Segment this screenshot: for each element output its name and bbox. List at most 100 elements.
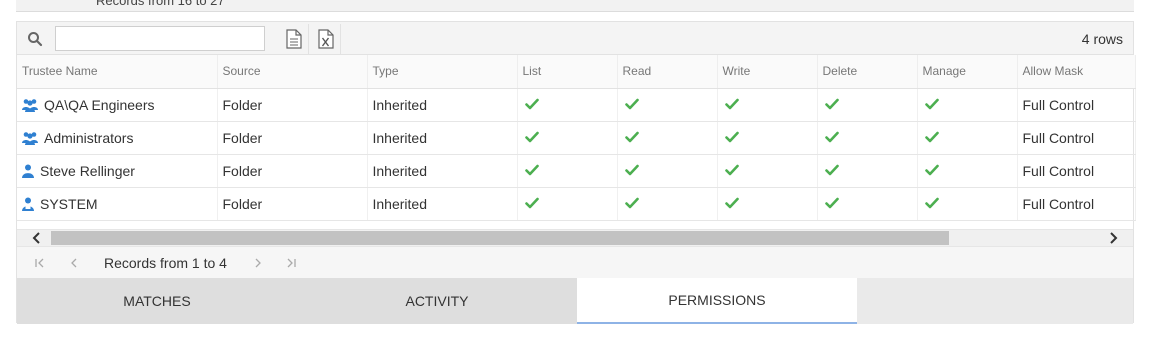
cell-trustee-name: QA\QA Engineers xyxy=(17,88,218,122)
column-header-source[interactable]: Source xyxy=(217,55,368,89)
cell-list xyxy=(517,154,618,188)
tab-activity[interactable]: ACTIVITY xyxy=(297,278,577,324)
column-header-manage[interactable]: Manage xyxy=(917,55,1018,89)
scroll-left-button[interactable] xyxy=(25,230,47,246)
grid-toolbar: 4 rows xyxy=(17,22,1133,55)
cell-source: Folder xyxy=(217,187,368,221)
cell-list xyxy=(517,121,618,155)
cell-write xyxy=(717,88,818,122)
cell-manage xyxy=(917,187,1018,221)
search-icon xyxy=(28,32,43,47)
export-document-button[interactable] xyxy=(279,24,309,54)
export-excel-button[interactable] xyxy=(311,24,341,54)
search-input[interactable] xyxy=(55,26,265,51)
previous-page-button[interactable] xyxy=(65,255,83,271)
cell-write xyxy=(717,121,818,155)
cell-manage xyxy=(917,88,1018,122)
cell-source: Folder xyxy=(217,88,368,122)
scrollbar-thumb[interactable] xyxy=(51,231,949,245)
tab-bar: MATCHES ACTIVITY PERMISSIONS xyxy=(17,278,1133,324)
checkmark-icon xyxy=(623,164,639,176)
checkmark-icon xyxy=(723,197,739,209)
checkmark-icon xyxy=(523,131,539,143)
cell-type: Inherited xyxy=(367,154,518,188)
trustee-name-text: SYSTEM xyxy=(40,195,98,212)
cell-write xyxy=(717,187,818,221)
cell-allow-mask: Full Control xyxy=(1017,187,1136,221)
first-page-icon xyxy=(35,258,44,268)
tab-matches[interactable]: MATCHES xyxy=(17,278,297,324)
table-row[interactable]: Administrators Folder Inherited Full Contro… xyxy=(17,121,1136,155)
checkmark-icon xyxy=(923,197,939,209)
cell-type: Inherited xyxy=(367,121,518,155)
cell-manage xyxy=(917,121,1018,155)
cell-source: Folder xyxy=(217,154,368,188)
cell-delete xyxy=(817,88,918,122)
cell-trustee-name: Administrators xyxy=(17,121,218,155)
cell-delete xyxy=(817,187,918,221)
column-header-list[interactable]: List xyxy=(517,55,618,89)
chevron-left-icon xyxy=(71,258,77,268)
trustee-name-text: Steve Rellinger xyxy=(40,162,135,179)
chevron-right-icon xyxy=(1110,232,1118,244)
tab-permissions[interactable]: PERMISSIONS xyxy=(577,278,857,324)
checkmark-icon xyxy=(923,131,939,143)
last-page-button[interactable] xyxy=(282,255,300,271)
excel-icon xyxy=(317,29,334,49)
group-icon xyxy=(22,98,38,112)
checkmark-icon xyxy=(823,164,839,176)
permissions-panel: 4 rows Trustee Name Source Type List Rea… xyxy=(16,21,1136,324)
cell-delete xyxy=(817,154,918,188)
row-count: 4 rows xyxy=(1081,31,1123,47)
checkmark-icon xyxy=(623,131,639,143)
column-header-read[interactable]: Read xyxy=(617,55,718,89)
cell-manage xyxy=(917,154,1018,188)
table-header-row: Trustee Name Source Type List Read Write… xyxy=(17,55,1136,89)
column-header-delete[interactable]: Delete xyxy=(817,55,918,89)
cell-read xyxy=(617,154,718,188)
system-user-icon xyxy=(22,197,34,211)
chevron-right-icon xyxy=(255,258,261,268)
column-header-type[interactable]: Type xyxy=(367,55,518,89)
cell-list xyxy=(517,88,618,122)
checkmark-icon xyxy=(923,98,939,110)
top-pager-remnant: Records from 16 to 27 xyxy=(16,0,1134,12)
top-pager-text: Records from 16 to 27 xyxy=(96,0,225,8)
column-header-trustee-name[interactable]: Trustee Name xyxy=(17,55,218,89)
cell-allow-mask: Full Control xyxy=(1017,121,1136,155)
first-page-button[interactable] xyxy=(31,255,49,271)
group-icon xyxy=(22,131,38,145)
pager-range-text: Records from 1 to 4 xyxy=(104,255,227,271)
cell-source: Folder xyxy=(217,121,368,155)
cell-allow-mask: Full Control xyxy=(1017,88,1136,122)
horizontal-scrollbar[interactable] xyxy=(17,229,1133,246)
table-row[interactable]: QA\QA Engineers Folder Inherited Full Contr… xyxy=(17,88,1136,122)
permissions-table: Trustee Name Source Type List Read Write… xyxy=(17,55,1136,221)
checkmark-icon xyxy=(723,98,739,110)
cell-list xyxy=(517,187,618,221)
last-page-icon xyxy=(287,258,296,268)
cell-type: Inherited xyxy=(367,88,518,122)
table-row[interactable]: SYSTEM Folder Inherited Full Control xyxy=(17,187,1136,221)
checkmark-icon xyxy=(623,197,639,209)
cell-trustee-name: Steve Rellinger xyxy=(17,154,218,188)
table-row[interactable]: Steve Rellinger Folder Inherited Full Contr… xyxy=(17,154,1136,188)
column-header-write[interactable]: Write xyxy=(717,55,818,89)
cell-trustee-name: SYSTEM xyxy=(17,187,218,221)
checkmark-icon xyxy=(723,131,739,143)
checkmark-icon xyxy=(823,98,839,110)
checkmark-icon xyxy=(523,197,539,209)
cell-write xyxy=(717,154,818,188)
cell-read xyxy=(617,121,718,155)
next-page-button[interactable] xyxy=(249,255,267,271)
document-icon xyxy=(285,29,302,49)
checkmark-icon xyxy=(723,164,739,176)
cell-type: Inherited xyxy=(367,187,518,221)
cell-read xyxy=(617,187,718,221)
scroll-right-button[interactable] xyxy=(1103,230,1125,246)
column-header-allow-mask[interactable]: Allow Mask xyxy=(1017,55,1136,89)
trustee-name-text: QA\QA Engineers xyxy=(44,96,155,113)
cell-read xyxy=(617,88,718,122)
checkmark-icon xyxy=(823,131,839,143)
cell-delete xyxy=(817,121,918,155)
